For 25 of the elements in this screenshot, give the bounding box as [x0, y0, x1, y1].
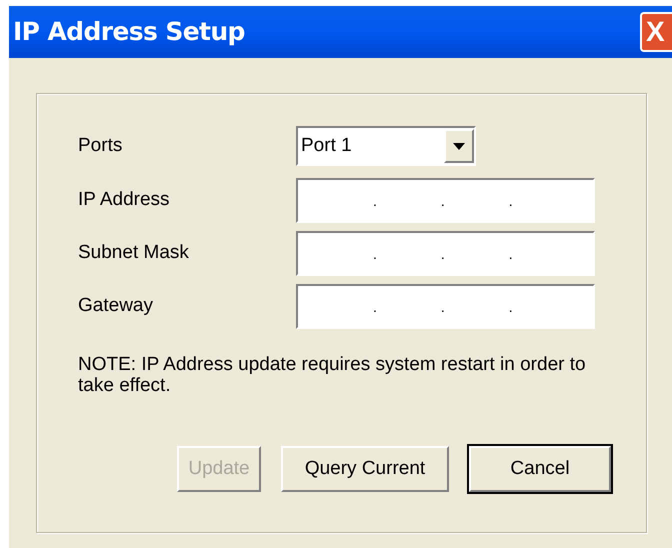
- dialog-button[interactable]: Cancel: [469, 446, 611, 492]
- octet-separator: .: [508, 300, 513, 314]
- ip-address-field[interactable]: . . .: [296, 284, 595, 329]
- octet-separator: .: [373, 246, 377, 260]
- octet-separator: .: [373, 194, 377, 208]
- dropdown-arrow-button[interactable]: [444, 129, 474, 163]
- octet-separator: .: [440, 246, 445, 260]
- octet-separator: .: [508, 246, 513, 260]
- octet-separator: .: [440, 300, 445, 314]
- field-label: Gateway: [78, 294, 154, 318]
- dropdown-value: Port 1: [300, 134, 353, 158]
- octet-separator: .: [508, 194, 513, 208]
- ip-address-field[interactable]: . . .: [296, 231, 595, 276]
- ports-dropdown[interactable]: Port 1: [296, 126, 476, 166]
- note-text: NOTE: IP Address update requires system restart in order to take effect.: [78, 354, 587, 396]
- field-label: Subnet Mask: [78, 241, 190, 266]
- field-label: Ports: [78, 134, 124, 158]
- window-title: IP Address Setup: [12, 16, 245, 48]
- close-button[interactable]: X: [640, 12, 672, 52]
- ip-address-field[interactable]: . . .: [296, 178, 595, 223]
- dialog-button[interactable]: Query Current: [281, 446, 449, 492]
- field-label: IP Address: [78, 188, 171, 212]
- octet-separator: .: [440, 194, 445, 208]
- octet-separator: .: [373, 300, 377, 314]
- caret-icon: [453, 142, 465, 150]
